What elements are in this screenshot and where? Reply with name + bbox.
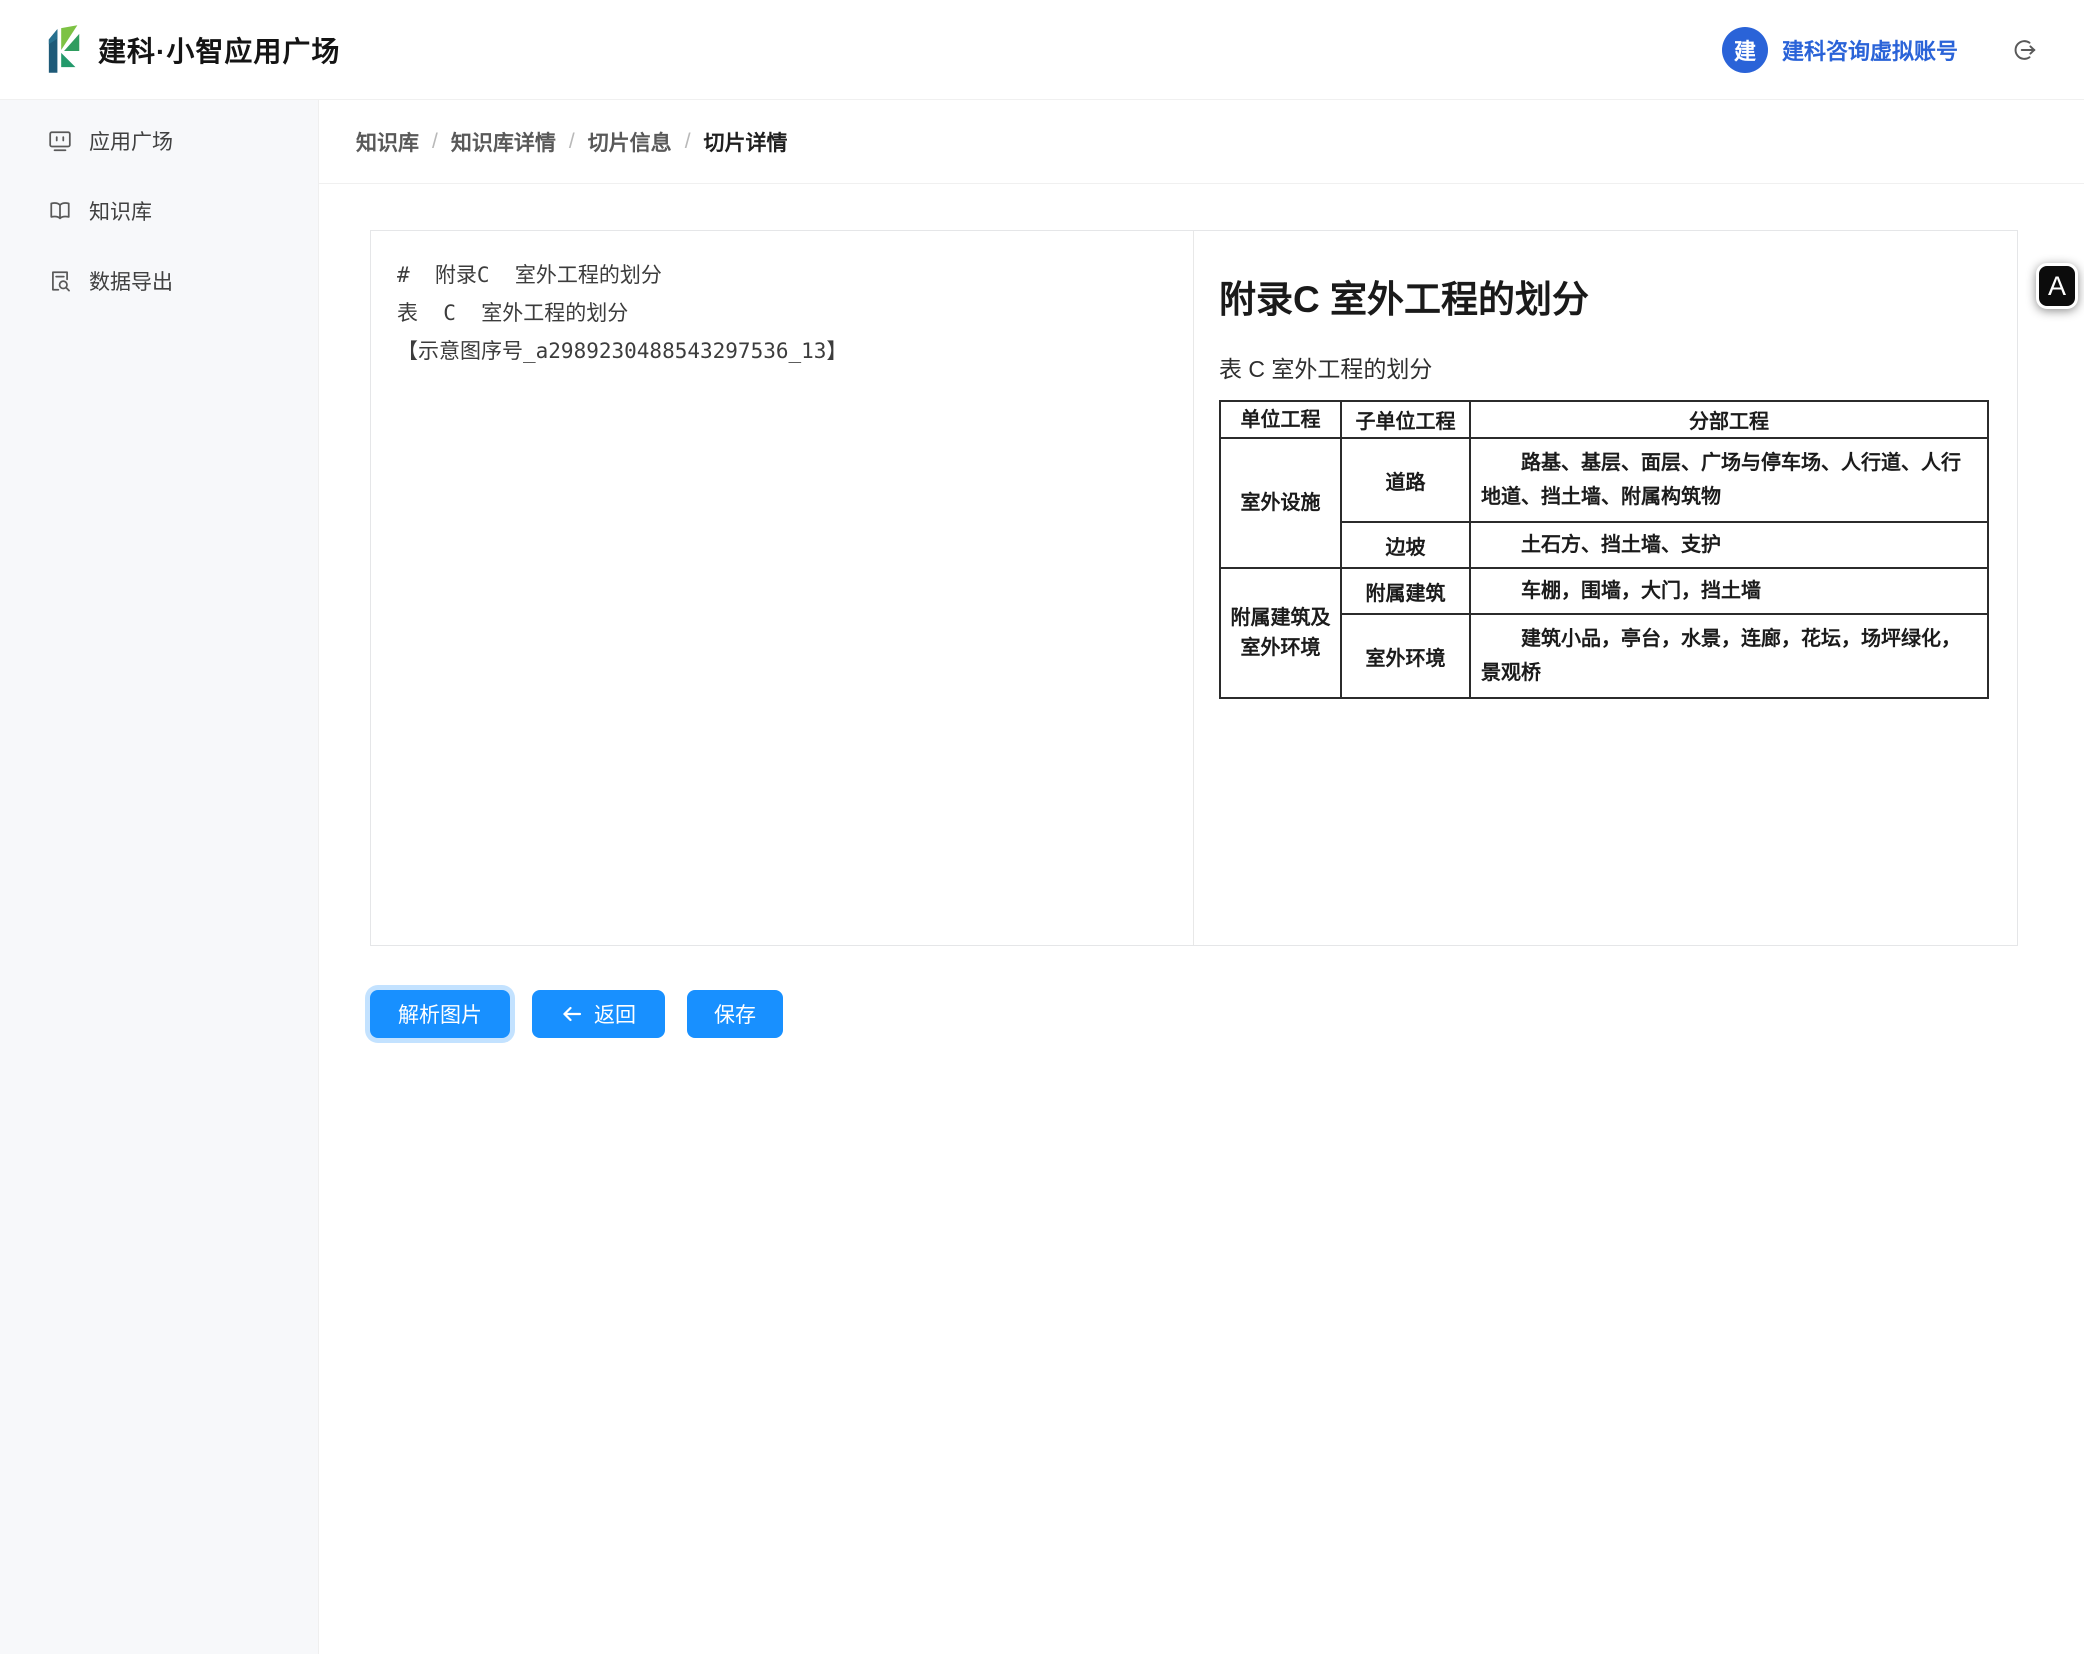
font-size-widget[interactable]: A [2036, 263, 2078, 309]
table-row: 室外设施 道路 路基、基层、面层、广场与停车场、人行道、人行地道、挡土墙、附属构… [1220, 438, 1988, 522]
slice-detail-panel: # 附录C 室外工程的划分 表 C 室外工程的划分 【示意图序号_a298923… [370, 230, 2018, 946]
table-cell-sub: 室外环境 [1341, 614, 1470, 698]
preview-heading: 附录C 室外工程的划分 [1219, 269, 1992, 323]
account-name[interactable]: 建科咨询虚拟账号 [1782, 34, 1958, 66]
breadcrumb-slice-info[interactable]: 切片信息 [588, 127, 672, 157]
sidebar-item-label: 知识库 [89, 196, 152, 226]
breadcrumb-separator: / [685, 130, 691, 154]
table-cell-sub: 道路 [1341, 438, 1470, 522]
sidebar-item-data-export[interactable]: 数据导出 [0, 255, 318, 307]
sidebar-item-label: 数据导出 [89, 266, 173, 296]
breadcrumb-separator: / [569, 130, 575, 154]
main-content: 知识库 / 知识库详情 / 切片信息 / 切片详情 # 附录C 室外工程的划分 … [319, 100, 2084, 1654]
table-cell-parts: 土石方、挡土墙、支护 [1470, 522, 1988, 568]
app-header: 建科·小智应用广场 建 建科咨询虚拟账号 [0, 0, 2084, 100]
data-export-icon [48, 269, 72, 293]
page-title: 建科·小智应用广场 [98, 30, 340, 70]
breadcrumb-slice-detail: 切片详情 [704, 127, 788, 157]
avatar[interactable]: 建 [1722, 27, 1768, 73]
back-button[interactable]: 返回 [532, 990, 665, 1038]
table-cell-sub: 附属建筑 [1341, 568, 1470, 614]
outdoor-works-table: 单位工程 子单位工程 分部工程 室外设施 道路 路基、基层、面层、广场与停车场、… [1219, 400, 1989, 699]
sidebar: 应用广场 知识库 数据导出 [0, 100, 319, 1654]
knowledge-base-icon [48, 199, 72, 223]
breadcrumb-separator: / [432, 130, 438, 154]
table-cell-sub: 边坡 [1341, 522, 1470, 568]
table-caption: 表 C 室外工程的划分 [1219, 350, 1992, 384]
breadcrumb: 知识库 / 知识库详情 / 切片信息 / 切片详情 [319, 100, 2084, 184]
parse-image-button[interactable]: 解析图片 [370, 990, 510, 1038]
table-header-cell: 子单位工程 [1341, 401, 1470, 438]
sidebar-item-knowledge-base[interactable]: 知识库 [0, 185, 318, 237]
table-row: 附属建筑及室外环境 附属建筑 车棚，围墙，大门，挡土墙 [1220, 568, 1988, 614]
table-cell-unit: 附属建筑及室外环境 [1220, 568, 1341, 698]
app-plaza-icon [48, 129, 72, 153]
back-button-label: 返回 [594, 999, 636, 1029]
table-header-cell: 分部工程 [1470, 401, 1988, 438]
table-cell-parts: 车棚，围墙，大门，挡土墙 [1470, 568, 1988, 614]
table-cell-parts: 建筑小品，亭台，水景，连廊，花坛，场坪绿化，景观桥 [1470, 614, 1988, 698]
save-button[interactable]: 保存 [687, 990, 783, 1038]
breadcrumb-kb-detail[interactable]: 知识库详情 [451, 127, 556, 157]
jianke-logo-icon [46, 25, 84, 75]
sidebar-item-label: 应用广场 [89, 126, 173, 156]
sidebar-item-app-plaza[interactable]: 应用广场 [0, 115, 318, 167]
logout-icon[interactable] [2012, 37, 2038, 63]
markdown-preview: 附录C 室外工程的划分 表 C 室外工程的划分 单位工程 子单位工程 分部工程 … [1194, 231, 2017, 945]
action-bar: 解析图片 返回 保存 [370, 990, 783, 1038]
breadcrumb-knowledge-base[interactable]: 知识库 [356, 127, 419, 157]
table-header-row: 单位工程 子单位工程 分部工程 [1220, 401, 1988, 438]
table-header-cell: 单位工程 [1220, 401, 1341, 438]
arrow-left-icon [561, 1003, 583, 1025]
markdown-editor[interactable]: # 附录C 室外工程的划分 表 C 室外工程的划分 【示意图序号_a298923… [371, 231, 1194, 945]
table-cell-unit: 室外设施 [1220, 438, 1341, 568]
table-cell-parts: 路基、基层、面层、广场与停车场、人行道、人行地道、挡土墙、附属构筑物 [1470, 438, 1988, 522]
